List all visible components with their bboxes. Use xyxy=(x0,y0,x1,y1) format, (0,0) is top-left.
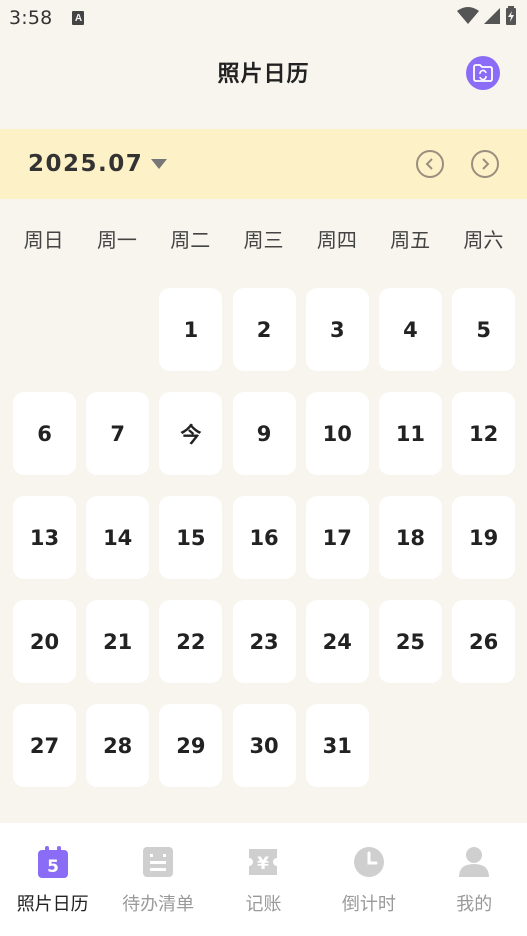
wifi-icon xyxy=(457,6,479,30)
chevron-right-icon xyxy=(482,158,490,170)
calendar-day[interactable]: 28 xyxy=(86,704,150,787)
weekday-fri: 周五 xyxy=(390,228,431,252)
weekday-sat: 周六 xyxy=(463,228,504,252)
calendar-day[interactable]: 12 xyxy=(452,392,516,475)
svg-text:¥: ¥ xyxy=(258,854,270,874)
yen-ledger-icon: ¥ xyxy=(246,845,280,879)
calendar-day[interactable]: 22 xyxy=(159,600,223,683)
calendar-day[interactable]: 17 xyxy=(305,496,369,579)
profile-icon xyxy=(457,845,491,879)
folder-sync-icon xyxy=(473,64,493,82)
calendar-day[interactable]: 21 xyxy=(86,600,150,683)
caret-down-icon[interactable] xyxy=(151,159,168,169)
tab-photo-calendar[interactable]: 5 照片日历 xyxy=(0,823,105,936)
weekday-thu: 周四 xyxy=(316,228,357,252)
chevron-left-icon xyxy=(425,158,433,170)
folder-switch-button[interactable] xyxy=(466,56,500,90)
calendar-day[interactable]: 24 xyxy=(305,600,369,683)
tab-label-todo-list: 待办清单 xyxy=(122,894,195,915)
app-header: 照片日历 xyxy=(0,36,527,108)
calendar-day[interactable]: 20 xyxy=(13,600,76,683)
tab-label-ledger: 记账 xyxy=(245,894,282,915)
weekday-wed: 周三 xyxy=(243,228,284,252)
prev-month-button[interactable] xyxy=(416,150,444,178)
calendar-day[interactable]: 29 xyxy=(159,704,223,787)
calendar-day[interactable]: 4 xyxy=(378,288,442,371)
calendar-day[interactable]: 10 xyxy=(305,392,369,475)
calendar-day[interactable]: 14 xyxy=(86,496,150,579)
calendar-day[interactable]: 11 xyxy=(378,392,442,475)
calendar-empty-cell xyxy=(13,288,76,371)
status-bar: 3:58 A xyxy=(0,0,527,36)
next-month-button[interactable] xyxy=(471,150,499,178)
battery-icon xyxy=(505,5,517,31)
weekday-tue: 周二 xyxy=(170,228,211,252)
todo-list-icon xyxy=(141,845,175,879)
calendar-day[interactable]: 30 xyxy=(232,704,296,787)
month-bar: 2025.07 xyxy=(0,129,527,199)
calendar-day-today[interactable]: 今 xyxy=(159,392,223,475)
weekday-sun: 周日 xyxy=(23,228,64,252)
status-time: 3:58 xyxy=(9,7,53,29)
page-title: 照片日历 xyxy=(217,62,310,87)
calendar-day[interactable]: 25 xyxy=(378,600,442,683)
calendar-day[interactable]: 2 xyxy=(232,288,296,371)
calendar-empty-cell xyxy=(86,288,149,371)
clock-icon xyxy=(352,845,386,879)
weekday-header: 周日 周一 周二 周三 周四 周五 周六 xyxy=(7,222,520,258)
calendar-day[interactable]: 16 xyxy=(232,496,296,579)
calendar-day[interactable]: 19 xyxy=(452,496,516,579)
bottom-tab-bar: 5 照片日历 待办清单 ¥ 记账 倒计时 我的 xyxy=(0,823,527,936)
notification-a-icon: A xyxy=(72,11,85,25)
calendar-day[interactable]: 26 xyxy=(452,600,516,683)
calendar-day[interactable]: 27 xyxy=(13,704,76,787)
calendar-day[interactable]: 7 xyxy=(86,392,150,475)
month-selector[interactable]: 2025.07 xyxy=(28,151,143,177)
calendar-icon: 5 xyxy=(36,845,70,879)
calendar-day[interactable]: 3 xyxy=(305,288,369,371)
tab-ledger[interactable]: ¥ 记账 xyxy=(211,823,316,936)
calendar-day[interactable]: 31 xyxy=(305,704,369,787)
calendar-day[interactable]: 13 xyxy=(13,496,76,579)
tab-label-photo-calendar: 照片日历 xyxy=(16,894,89,915)
tab-label-profile: 我的 xyxy=(456,894,493,915)
calendar-grid: 1 2 3 4 5 6 7 今 9 10 11 12 13 14 15 16 17 18 19 20 21 22 23 24 2… xyxy=(13,288,516,787)
calendar-day[interactable]: 18 xyxy=(378,496,442,579)
tab-countdown[interactable]: 倒计时 xyxy=(316,823,421,936)
weekday-mon: 周一 xyxy=(96,228,137,252)
calendar-badge: 5 xyxy=(47,857,59,877)
tab-profile[interactable]: 我的 xyxy=(422,823,527,936)
calendar-day[interactable]: 1 xyxy=(159,288,223,371)
calendar-day[interactable]: 6 xyxy=(13,392,76,475)
tab-label-countdown: 倒计时 xyxy=(341,894,396,915)
calendar-day[interactable]: 9 xyxy=(232,392,296,475)
calendar-day[interactable]: 15 xyxy=(159,496,223,579)
calendar-day[interactable]: 5 xyxy=(452,288,516,371)
calendar-day[interactable]: 23 xyxy=(232,600,296,683)
tab-todo-list[interactable]: 待办清单 xyxy=(105,823,210,936)
signal-icon xyxy=(483,7,501,30)
